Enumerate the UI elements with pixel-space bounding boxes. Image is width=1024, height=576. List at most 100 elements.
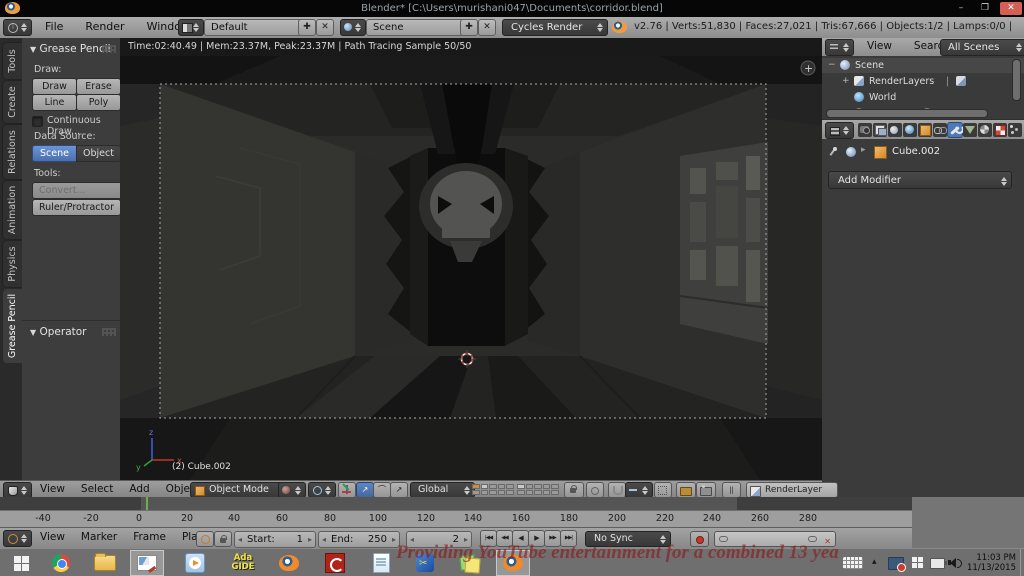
- lock-icon-button[interactable]: [214, 530, 232, 547]
- timeline-canvas[interactable]: [0, 497, 912, 510]
- outliner-row-scene[interactable]: − Scene: [822, 58, 1024, 73]
- panel-header-operator[interactable]: ▼ Operator: [30, 326, 87, 338]
- decrement-icon[interactable]: ◂: [410, 532, 414, 547]
- delete-scene-button[interactable]: ✕: [478, 19, 496, 36]
- vp-menu-select[interactable]: Select: [73, 481, 121, 497]
- outliner-row-world[interactable]: World: [822, 90, 1024, 105]
- tray-clock[interactable]: 11:03 PM 11/13/2015: [962, 553, 1016, 573]
- current-frame-field[interactable]: ◂ 2 ▸: [406, 530, 472, 548]
- tab-physics[interactable]: Physics: [2, 240, 22, 288]
- editor-type-properties-dropdown[interactable]: [825, 122, 854, 139]
- screen-layout-name[interactable]: Default: [204, 19, 304, 36]
- editor-type-info-dropdown[interactable]: i: [3, 19, 32, 36]
- minimize-button[interactable]: –: [950, 2, 972, 15]
- pivot-dropdown[interactable]: [308, 482, 336, 498]
- snap-target-button[interactable]: [654, 482, 672, 498]
- continuous-draw-checkbox[interactable]: [32, 116, 43, 127]
- snap-magnet-button[interactable]: [608, 482, 626, 498]
- menu-file[interactable]: File: [34, 17, 74, 37]
- increment-icon[interactable]: ▸: [392, 532, 396, 547]
- tab-animation[interactable]: Animation: [2, 180, 22, 240]
- timeline-current-frame-cursor[interactable]: [146, 497, 148, 510]
- vp-menu-add[interactable]: Add: [121, 481, 157, 497]
- snap-element-dropdown[interactable]: [625, 482, 653, 498]
- shading-dropdown[interactable]: [278, 482, 306, 498]
- expand-icon[interactable]: +: [842, 74, 850, 89]
- auto-keyframe-record-button[interactable]: [690, 530, 709, 547]
- taskbar-adagide-icon[interactable]: Ada GIDE: [226, 550, 260, 576]
- convert-button[interactable]: Convert...: [32, 182, 127, 199]
- play-button[interactable]: ▶: [528, 530, 545, 547]
- scale-manipulator-button[interactable]: ↗: [390, 482, 408, 498]
- menu-render[interactable]: Render: [74, 17, 135, 37]
- draw-button[interactable]: Draw: [32, 78, 77, 95]
- jump-to-start-button[interactable]: |◀◀: [480, 530, 497, 547]
- renderlayer-icon[interactable]: [956, 76, 966, 86]
- orientation-dropdown[interactable]: Global: [410, 482, 475, 498]
- maximize-button[interactable]: ❐: [974, 2, 996, 15]
- tl-menu-frame[interactable]: Frame: [125, 529, 174, 545]
- delete-layout-button[interactable]: ✕: [316, 19, 334, 36]
- tab-world-icon[interactable]: [903, 123, 917, 137]
- tab-create[interactable]: Create: [2, 80, 22, 124]
- expand-panel-plus-icon[interactable]: +: [800, 60, 816, 76]
- tray-display-icon[interactable]: [888, 557, 906, 572]
- increment-icon[interactable]: ▸: [464, 532, 468, 547]
- add-layout-button[interactable]: ✚: [298, 19, 316, 36]
- layers-widget-right[interactable]: [517, 484, 559, 495]
- tray-battery-icon[interactable]: [930, 558, 947, 569]
- outliner-row-renderlayers[interactable]: + RenderLayers |: [822, 74, 1024, 89]
- panel-header-grease-pencil[interactable]: ▼ Grease Pencil: [30, 43, 111, 55]
- start-button[interactable]: [4, 550, 38, 576]
- collapse-icon[interactable]: −: [828, 58, 836, 73]
- tab-relations[interactable]: Relations: [2, 124, 22, 180]
- render-engine-dropdown[interactable]: Cycles Render: [502, 19, 608, 36]
- timeline-ruler[interactable]: -40 -20 0 20 40 60 80 100 120 140 160 18…: [0, 510, 912, 528]
- play-reverse-button[interactable]: ◀: [512, 530, 529, 547]
- tab-constraints-icon[interactable]: [933, 123, 947, 137]
- tray-volume-icon[interactable]: [948, 557, 962, 569]
- tab-scene-icon[interactable]: [888, 123, 902, 137]
- taskbar-notepad-icon[interactable]: [364, 550, 398, 576]
- outliner-hscrollbar[interactable]: [826, 109, 988, 118]
- decrement-icon[interactable]: ◂: [238, 532, 242, 547]
- tl-menu-marker[interactable]: Marker: [73, 529, 125, 545]
- clear-keyingset-icon[interactable]: ✕: [824, 535, 831, 549]
- render-layer-dropdown[interactable]: RenderLayer: [746, 482, 838, 498]
- outliner-vscrollbar[interactable]: [1012, 59, 1021, 101]
- poly-button[interactable]: Poly: [76, 94, 121, 111]
- taskbar-chrome-icon[interactable]: [44, 550, 78, 576]
- vp-menu-view[interactable]: View: [32, 481, 73, 497]
- screen-layout-icon-dropdown[interactable]: [178, 19, 204, 36]
- taskbar-videocutter-icon[interactable]: ✂: [408, 550, 442, 576]
- panel-grip-icon[interactable]: [102, 328, 116, 336]
- tab-grease-pencil[interactable]: Grease Pencil: [2, 288, 22, 364]
- pin-icon[interactable]: [828, 147, 838, 157]
- tab-render-icon[interactable]: [858, 123, 872, 137]
- manipulator-toggle[interactable]: [338, 482, 356, 498]
- tab-tools[interactable]: Tools: [2, 42, 22, 80]
- rotate-manipulator-button[interactable]: ⌒: [373, 482, 391, 498]
- erase-button[interactable]: Erase: [76, 78, 121, 95]
- outliner-renderlayers-label[interactable]: RenderLayers: [869, 74, 934, 89]
- outliner-scene-label[interactable]: Scene: [855, 58, 884, 73]
- tab-data-icon[interactable]: [963, 123, 977, 137]
- tab-texture-icon[interactable]: [993, 123, 1007, 137]
- prev-keyframe-button[interactable]: ◀◀: [496, 530, 513, 547]
- next-keyframe-button[interactable]: ▶▶: [544, 530, 561, 547]
- add-scene-button[interactable]: ✚: [460, 19, 478, 36]
- breadcrumb-object-name[interactable]: Cube.002: [892, 146, 940, 157]
- lock-to-scene-button[interactable]: [564, 482, 584, 498]
- render-opengl-button[interactable]: [676, 482, 696, 498]
- viewport-3d[interactable]: z x y (2) Cube.002 +: [120, 56, 822, 480]
- render-opengl-anim-button[interactable]: [696, 482, 716, 498]
- taskbar-blender-icon[interactable]: [272, 550, 306, 576]
- tab-render-layers-icon[interactable]: [873, 123, 887, 137]
- close-button[interactable]: ✕: [1000, 2, 1022, 15]
- tray-keyboard-icon[interactable]: [843, 557, 863, 569]
- tab-particles-icon[interactable]: [1008, 123, 1022, 137]
- proportional-edit-button[interactable]: [586, 482, 604, 498]
- line-button[interactable]: Line: [32, 94, 77, 111]
- frame-start-field[interactable]: ◂ Start: 1 ▸: [234, 530, 316, 548]
- jump-to-end-button[interactable]: ▶▶|: [560, 530, 577, 547]
